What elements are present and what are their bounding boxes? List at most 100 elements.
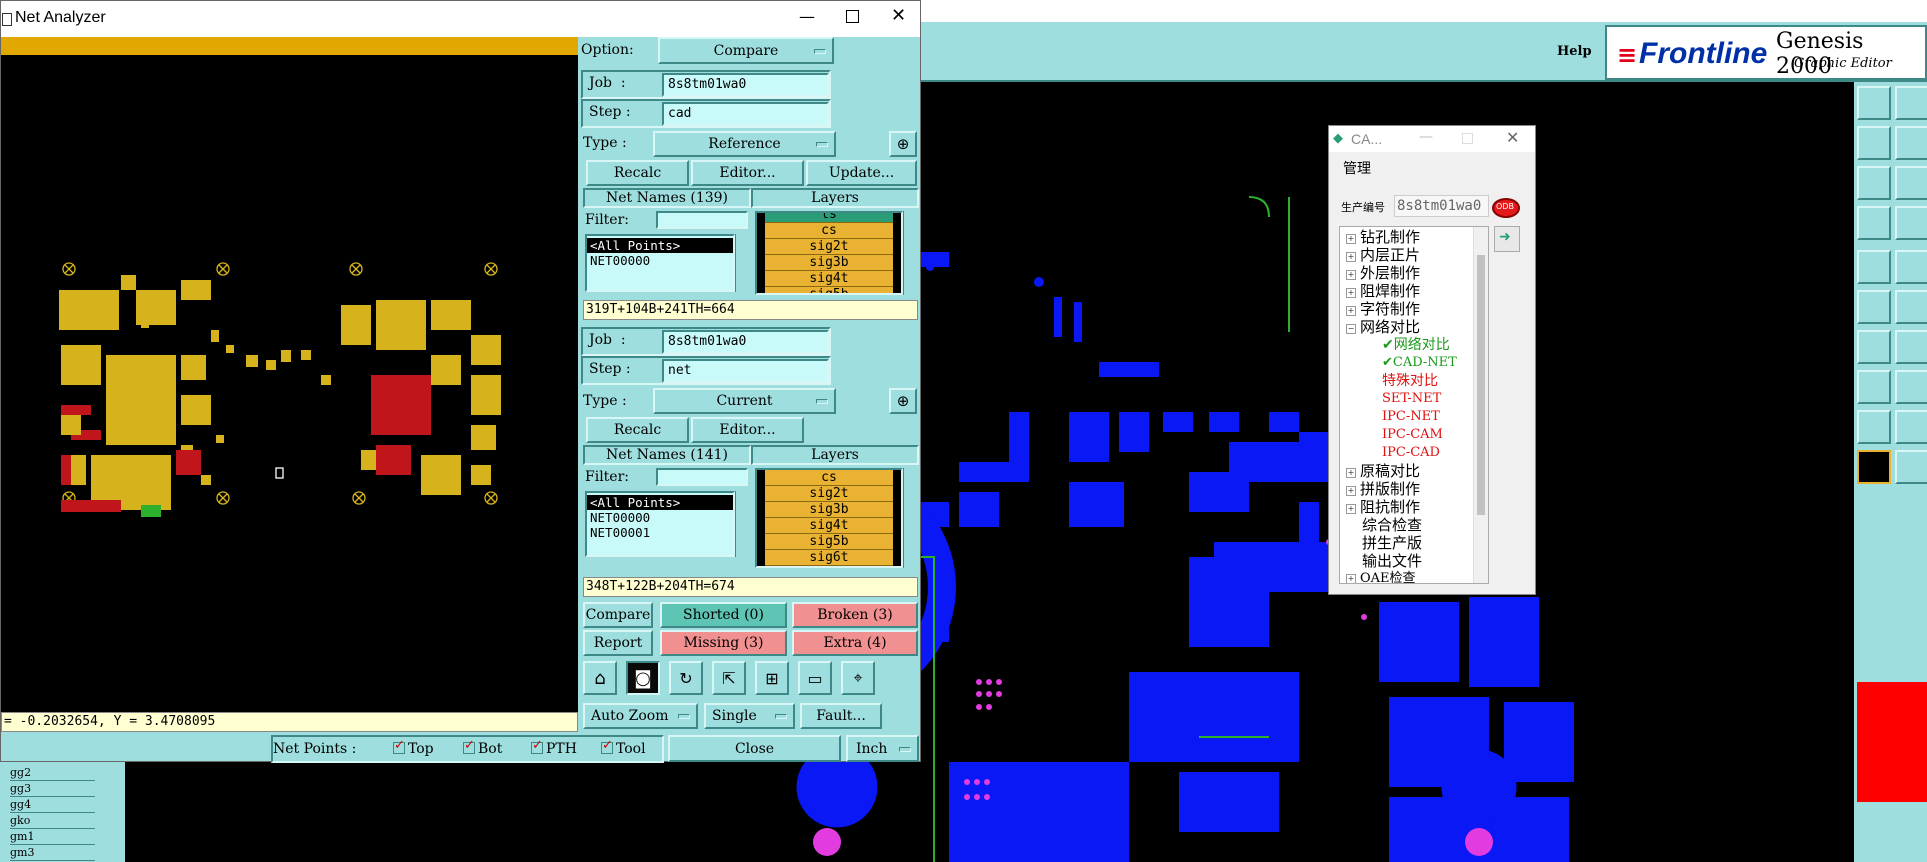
ruler-tool[interactable]: ▭ [798,661,832,695]
layer-item[interactable]: sig2t [765,486,893,502]
pointer-tool-2[interactable] [1895,450,1927,484]
cam-titlebar[interactable]: ◆ CA... — ✕ [1329,126,1535,152]
ref-filter-field[interactable] [656,211,748,229]
tree-item[interactable]: + 内层正片 [1340,246,1488,264]
camera-tool[interactable]: ◙ [626,661,660,695]
minimize-icon[interactable]: — [1419,129,1433,145]
cam-run-button[interactable]: ODB [1492,198,1520,218]
cur-layer-list-scrollbar[interactable] [903,468,918,568]
cur-filter-field[interactable] [656,468,748,486]
scroll-thumb[interactable] [1477,255,1485,515]
units-dropdown[interactable]: Inch [846,735,919,762]
ref-recalc-button[interactable]: Recalc [586,160,689,186]
ref-net-list-scrollbar[interactable] [735,234,749,292]
list-item[interactable]: <All Points> [587,238,733,253]
ref-type-dropdown[interactable]: Reference [653,131,836,157]
tool-5b[interactable] [1895,250,1927,284]
tool-4a[interactable] [1857,206,1891,240]
tool-5a[interactable] [1857,250,1891,284]
cam-menu-manage[interactable]: 管理 [1343,158,1371,178]
step-tool[interactable]: ↻ [669,661,703,695]
layer-item[interactable]: sig6t [765,550,893,566]
layer-row[interactable]: gko [10,813,95,829]
cur-editor-button[interactable]: Editor... [691,417,804,443]
tool-8b[interactable] [1895,370,1927,404]
tree-item[interactable]: + 阻焊制作 [1340,282,1488,300]
layer-item[interactable]: sig4t [765,518,893,534]
minimize-icon[interactable]: — [799,7,815,26]
tool-8a[interactable] [1857,370,1891,404]
maximize-icon[interactable] [846,10,859,23]
list-item[interactable]: NET00000 [587,253,733,268]
missing-button[interactable]: Missing (3) [660,630,787,656]
layer-row[interactable]: gg3 [10,781,95,797]
layer-item[interactable]: sig5b [765,534,893,550]
cur-type-dropdown[interactable]: Current [653,388,836,414]
pth-checkbox[interactable]: PTH [531,738,577,757]
layer-item[interactable]: ts [765,213,893,223]
broken-button[interactable]: Broken (3) [792,602,918,628]
layer-row[interactable]: gm1 [10,829,95,845]
layer-row[interactable]: gg2 [10,765,95,781]
auto-zoom-dropdown[interactable]: Auto Zoom [583,703,698,729]
layer-item[interactable]: sig4t [765,271,893,287]
top-checkbox[interactable]: Top [393,738,434,757]
tree-item[interactable]: 拼生产版 [1340,534,1488,552]
cur-job-field[interactable]: 8s8tm01wa0 [662,330,829,354]
layer-item[interactable]: sig5b [765,287,893,293]
ref-editor-button[interactable]: Editor... [691,160,804,186]
list-item[interactable]: NET00000 [587,510,733,525]
fault-button[interactable]: Fault... [800,703,882,729]
cur-zoom-button[interactable]: ⊕ [889,388,917,414]
tool-2b[interactable] [1895,126,1927,160]
tool-3a[interactable] [1857,166,1891,200]
net-graphics-area[interactable] [1,55,578,712]
report-button[interactable]: Report [583,630,653,656]
close-icon[interactable]: ✕ [1506,128,1519,147]
cur-step-field[interactable]: net [662,359,829,383]
tool-7b[interactable] [1895,330,1927,364]
ref-update-button[interactable]: Update... [806,160,917,186]
cam-job-field[interactable]: 8s8tm01wa0 [1394,195,1489,217]
ref-step-field[interactable]: cad [662,102,829,126]
tree-item[interactable]: + 外层制作 [1340,264,1488,282]
single-dropdown[interactable]: Single [704,703,795,729]
layer-item[interactable]: cs [765,470,893,486]
cam-tree-scrollbar[interactable] [1473,227,1488,583]
ref-layer-list[interactable]: ts cs sig2t sig3b sig4t sig5b [755,211,903,295]
layer-item[interactable]: cs [765,223,893,239]
tree-item[interactable]: IPC-NET [1340,408,1488,426]
shorted-button[interactable]: Shorted (0) [660,602,787,628]
ref-job-field[interactable]: 8s8tm01wa0 [662,73,829,97]
cam-exit-button[interactable]: ➜ [1494,226,1520,252]
extra-button[interactable]: Extra (4) [792,630,918,656]
bot-checkbox[interactable]: Bot [463,738,502,757]
net-analyzer-titlebar[interactable]: Net Analyzer — ✕ [1,1,920,37]
list-item[interactable]: NET00001 [587,525,733,540]
pointer-tool[interactable] [1857,450,1891,484]
tool-6b[interactable] [1895,290,1927,324]
layer-item[interactable]: sig3b [765,255,893,271]
ref-net-list[interactable]: <All Points> NET00000 [585,234,735,292]
tree-item[interactable]: IPC-CAM [1340,426,1488,444]
compare-button[interactable]: Compare [583,602,653,628]
cur-net-list-scrollbar[interactable] [735,491,749,557]
tool-2a[interactable] [1857,126,1891,160]
tool-3b[interactable] [1895,166,1927,200]
tree-item[interactable]: 综合检查 [1340,516,1488,534]
window-tool[interactable]: ⊞ [755,661,789,695]
help-menu[interactable]: Help [1557,44,1592,59]
tree-item[interactable]: ✔网络对比 [1340,336,1488,354]
list-item[interactable]: <All Points> [587,495,733,510]
tree-item[interactable]: + 拼版制作 [1340,480,1488,498]
close-button[interactable]: Close [668,735,841,762]
tree-item[interactable]: + 原稿对比 [1340,462,1488,480]
tool-9a[interactable] [1857,410,1891,444]
tree-item[interactable]: ✔CAD-NET [1340,354,1488,372]
tool-checkbox[interactable]: Tool [601,738,646,757]
ref-layer-list-scrollbar[interactable] [903,211,918,295]
ref-zoom-button[interactable]: ⊕ [889,131,917,157]
tree-item[interactable]: 特殊对比 [1340,372,1488,390]
tree-item[interactable]: + 字符制作 [1340,300,1488,318]
tree-item[interactable]: + 钻孔制作 [1340,228,1488,246]
